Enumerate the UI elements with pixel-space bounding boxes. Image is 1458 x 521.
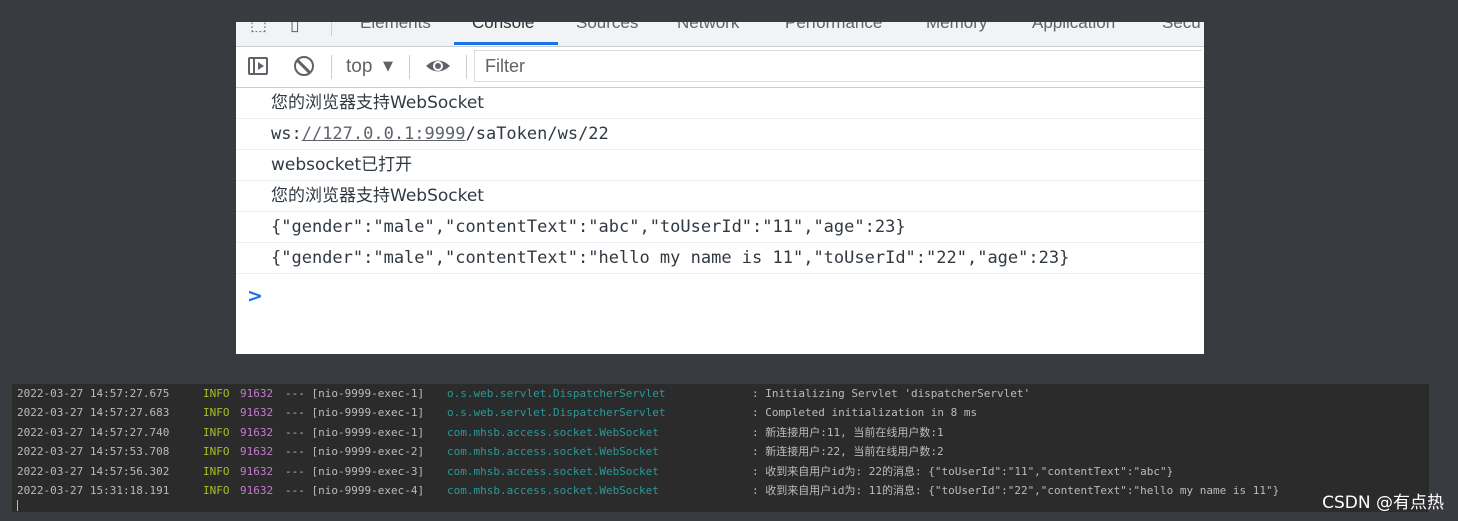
log-level: INFO: [203, 406, 230, 420]
console-prompt-chevron-icon[interactable]: >: [247, 285, 263, 307]
console-message: 您的浏览器支持WebSocket: [236, 181, 1204, 212]
log-row: 2022-03-27 15:31:18.191 INFO 91632 --- […: [12, 481, 1429, 500]
devtools-tabbar: ⬚ ▯ Elements Console Sources Network Per…: [236, 22, 1204, 47]
console-message: 您的浏览器支持WebSocket: [236, 88, 1204, 119]
tabbar-divider: [331, 22, 332, 36]
log-level: INFO: [203, 425, 230, 439]
devtools-panel: ⬚ ▯ Elements Console Sources Network Per…: [236, 22, 1204, 354]
log-time: 2022-03-27 14:57:27.675: [17, 387, 170, 400]
tab-performance[interactable]: Performance: [785, 22, 882, 33]
log-row: 2022-03-27 14:57:27.675 INFO 91632 --- […: [12, 384, 1429, 403]
log-row: 2022-03-27 14:57:53.708 INFO 91632 --- […: [12, 442, 1429, 461]
active-tab-indicator: [454, 42, 558, 45]
toolbar-divider: [466, 55, 467, 79]
log-message: : 收到来自用户id为: 22的消息: {"toUserId":"11","co…: [752, 464, 1174, 478]
log-thread: --- [nio-9999-exec-1]: [285, 387, 425, 400]
log-time: 2022-03-27 14:57:27.683: [17, 406, 170, 420]
log-message: : 新连接用户:22, 当前在线用户数:2: [752, 445, 944, 459]
console-message: websocket已打开: [236, 150, 1204, 181]
live-expression-eye-icon[interactable]: [424, 55, 452, 77]
tab-sources[interactable]: Sources: [576, 22, 638, 33]
log-thread: --- [nio-9999-exec-4]: [285, 483, 425, 497]
log-pid: 91632: [240, 406, 274, 420]
log-time: 2022-03-27 14:57:53.708: [17, 445, 170, 459]
tab-elements[interactable]: Elements: [360, 22, 431, 33]
log-time: 2022-03-27 15:31:18.191: [17, 483, 170, 497]
log-logger: com.mhsb.access.socket.WebSocket: [447, 445, 659, 459]
console-message: {"gender":"male","contentText":"abc","to…: [236, 212, 1204, 243]
log-message: : 新连接用户:11, 当前在线用户数:1: [752, 425, 944, 439]
chevron-down-icon[interactable]: ▼: [383, 59, 393, 74]
log-level: INFO: [203, 483, 230, 497]
log-row: 2022-03-27 14:57:56.302 INFO 91632 --- […: [12, 462, 1429, 481]
watermark: CSDN @有点热: [1322, 493, 1444, 513]
tab-application[interactable]: Application: [1032, 22, 1115, 33]
log-logger: com.mhsb.access.socket.WebSocket: [447, 483, 659, 497]
console-toolbar: top ▼: [236, 47, 1204, 88]
console-message: {"gender":"male","contentText":"hello my…: [236, 243, 1204, 274]
log-thread: --- [nio-9999-exec-1]: [285, 425, 425, 439]
log-thread: --- [nio-9999-exec-2]: [285, 445, 425, 459]
log-level: INFO: [203, 464, 230, 478]
log-time: 2022-03-27 14:57:56.302: [17, 464, 170, 478]
log-pid: 91632: [240, 387, 274, 400]
log-level: INFO: [203, 445, 230, 459]
log-logger: o.s.web.servlet.DispatcherServlet: [447, 406, 666, 420]
log-pid: 91632: [240, 445, 274, 459]
log-pid: 91632: [240, 425, 274, 439]
show-sidebar-icon[interactable]: [248, 57, 268, 75]
console-messages: 您的浏览器支持WebSocket ws://127.0.0.1:9999/saT…: [236, 88, 1204, 307]
console-message: ws://127.0.0.1:9999/saToken/ws/22: [236, 119, 1204, 150]
toolbar-divider: [409, 55, 410, 79]
tab-memory[interactable]: Memory: [926, 22, 987, 33]
tab-security[interactable]: Secu: [1162, 22, 1201, 33]
log-thread: --- [nio-9999-exec-3]: [285, 464, 425, 478]
clear-console-icon[interactable]: [294, 56, 314, 76]
log-logger: com.mhsb.access.socket.WebSocket: [447, 464, 659, 478]
log-level: INFO: [203, 387, 230, 400]
tab-console[interactable]: Console: [472, 22, 534, 33]
tab-network[interactable]: Network: [677, 22, 739, 33]
ws-url-link[interactable]: //127.0.0.1:9999: [302, 124, 466, 144]
ws-path: /saToken/ws/22: [465, 124, 609, 144]
log-pid: 91632: [240, 483, 274, 497]
log-row: 2022-03-27 14:57:27.740 INFO 91632 --- […: [12, 423, 1429, 442]
log-message: : Initializing Servlet 'dispatcherServle…: [752, 387, 1031, 400]
log-row: 2022-03-27 14:57:27.683 INFO 91632 --- […: [12, 403, 1429, 422]
log-pid: 91632: [240, 464, 274, 478]
ws-prefix: ws:: [271, 124, 302, 144]
log-time: 2022-03-27 14:57:27.740: [17, 425, 170, 439]
log-message: : 收到来自用户id为: 11的消息: {"toUserId":"22","co…: [752, 483, 1280, 497]
log-message: : Completed initialization in 8 ms: [752, 406, 978, 420]
inspect-element-icon[interactable]: ⬚: [250, 22, 267, 35]
log-logger: com.mhsb.access.socket.WebSocket: [447, 425, 659, 439]
text-cursor: [17, 500, 18, 511]
device-toolbar-icon[interactable]: ▯: [290, 22, 300, 35]
log-thread: --- [nio-9999-exec-1]: [285, 406, 425, 420]
ide-run-log: 2022-03-27 14:57:27.675 INFO 91632 --- […: [12, 384, 1429, 512]
filter-input[interactable]: [474, 50, 1202, 82]
log-logger: o.s.web.servlet.DispatcherServlet: [447, 387, 666, 400]
context-selector[interactable]: top: [346, 56, 372, 78]
toolbar-divider: [331, 55, 332, 79]
